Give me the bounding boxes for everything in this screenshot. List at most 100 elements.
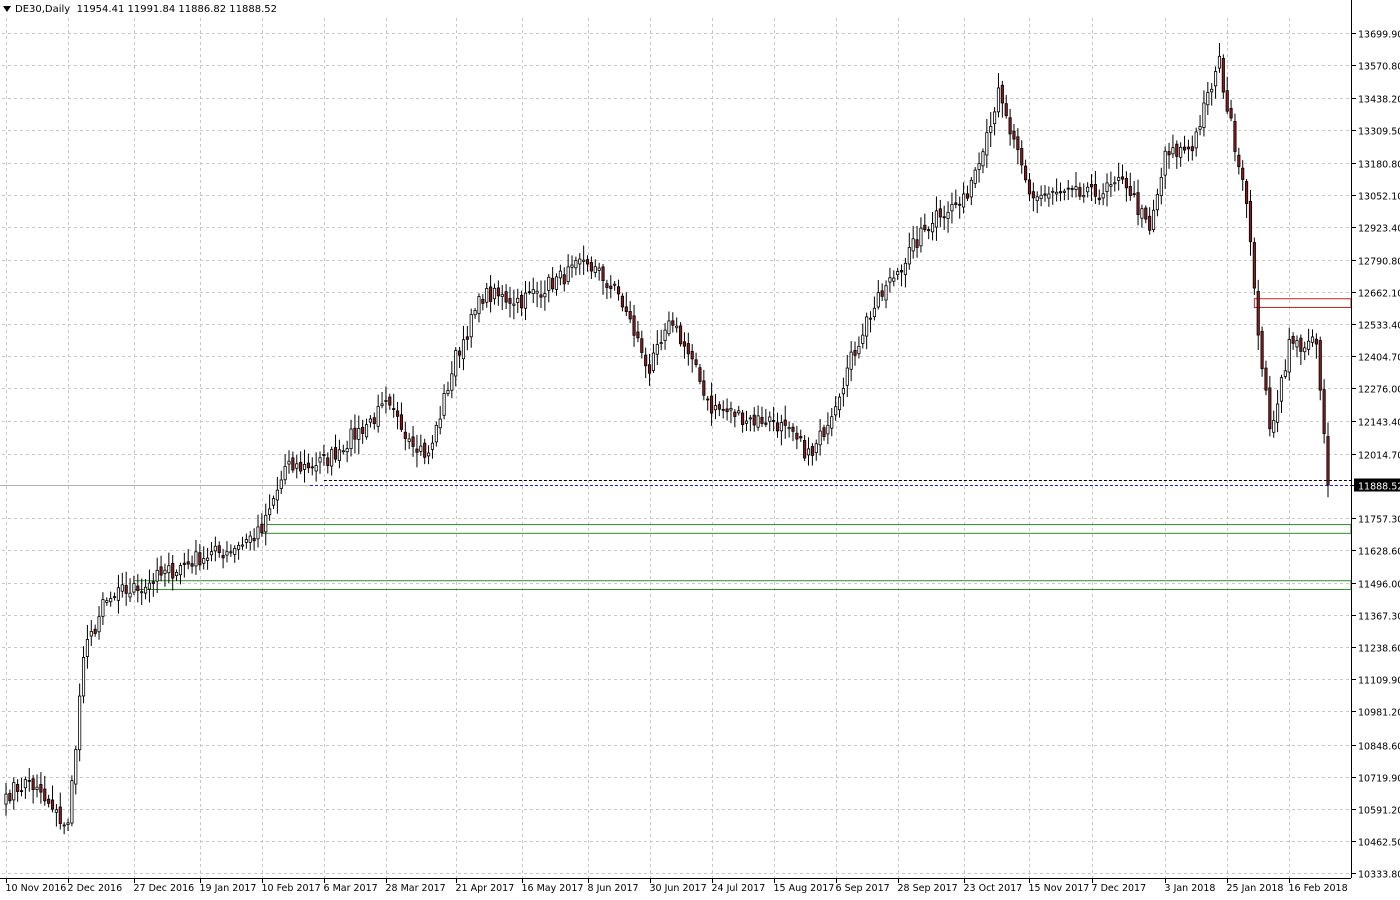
candle-body xyxy=(427,452,431,457)
candle-body xyxy=(690,350,694,360)
candle-body xyxy=(1062,190,1066,193)
candle-body xyxy=(1310,336,1315,343)
candle-body xyxy=(314,465,318,472)
chart-header[interactable]: DE30,Daily 11954.41 11991.84 11886.82 11… xyxy=(3,3,277,17)
candle-body xyxy=(888,277,892,283)
candle-body xyxy=(547,276,551,291)
candle-body xyxy=(795,432,799,440)
candle-body xyxy=(799,436,803,439)
price-tick-label: 12533.40 xyxy=(1358,321,1400,332)
candle-body xyxy=(221,555,225,559)
candle-body xyxy=(876,292,880,308)
candle-body xyxy=(419,445,423,452)
candle-body xyxy=(66,822,70,825)
candle-body xyxy=(892,277,896,282)
candle-body xyxy=(54,809,58,813)
candle-body xyxy=(636,331,640,339)
candle-body xyxy=(376,406,380,427)
candle-body xyxy=(1256,291,1260,336)
candle-body xyxy=(1260,330,1264,370)
time-tick-label: 28 Mar 2017 xyxy=(386,883,446,894)
candle-body xyxy=(830,416,834,429)
time-tick-label: 15 Nov 2017 xyxy=(1029,883,1090,894)
candle-body xyxy=(434,425,438,443)
price-tick-label: 12923.40 xyxy=(1358,224,1400,235)
price-tick-label: 12276.00 xyxy=(1358,385,1400,396)
price-tick-label: 10462.50 xyxy=(1358,838,1400,849)
candle-body xyxy=(1322,389,1326,434)
candle-body xyxy=(357,428,361,440)
candle-body xyxy=(124,585,128,594)
candle-body xyxy=(19,790,24,792)
candle-body xyxy=(880,290,884,297)
candle-body xyxy=(520,295,524,309)
candle-body xyxy=(787,427,791,430)
price-tick-label: 10848.60 xyxy=(1358,742,1400,753)
candle-body xyxy=(112,596,117,598)
dropdown-triangle-icon[interactable] xyxy=(3,6,11,12)
candle-body xyxy=(186,561,190,565)
candle-body xyxy=(772,420,776,422)
candle-body xyxy=(159,566,163,576)
candle-body xyxy=(446,390,450,395)
price-tick-label: 11238.60 xyxy=(1358,644,1400,655)
chart-background xyxy=(0,0,1400,900)
candle-body xyxy=(1198,126,1202,130)
price-chart[interactable]: 13699.90 13570.80 13438.20 13309.50 13180.80… xyxy=(0,0,1400,900)
candle-body xyxy=(23,779,27,789)
price-tick-label: 13180.80 xyxy=(1358,160,1400,171)
candle-body xyxy=(1097,197,1101,201)
candle-body xyxy=(132,583,136,593)
candle-body xyxy=(628,311,632,320)
candle-body xyxy=(814,443,818,454)
candle-body xyxy=(155,569,159,582)
candle-body xyxy=(601,266,605,281)
candle-body xyxy=(182,562,186,565)
candle-body xyxy=(1295,340,1299,348)
candle-body xyxy=(353,427,357,440)
time-tick-label: 3 Jan 2018 xyxy=(1165,883,1216,894)
candle-body xyxy=(151,581,155,584)
candle-body xyxy=(454,350,458,377)
candle-body xyxy=(737,410,741,414)
ohlc-readout: 11954.41 11991.84 11886.82 11888.52 xyxy=(76,4,277,15)
candle-body xyxy=(489,286,493,302)
candle-body xyxy=(496,287,500,297)
time-tick-label: 16 Feb 2018 xyxy=(1289,883,1348,894)
price-tick-label: 13052.10 xyxy=(1358,192,1400,203)
candle-body xyxy=(1120,176,1125,180)
candle-body xyxy=(1012,130,1016,140)
candle-body xyxy=(919,227,923,247)
candle-body xyxy=(1070,188,1074,190)
candle-body xyxy=(713,405,718,411)
price-tick-label: 10333.80 xyxy=(1358,870,1400,881)
candle-body xyxy=(8,792,12,802)
candle-body xyxy=(989,125,993,133)
candle-body xyxy=(1248,200,1253,243)
candle-body xyxy=(1217,55,1222,69)
time-tick-label: 6 Sep 2017 xyxy=(836,883,890,894)
price-tick-label: 11367.30 xyxy=(1358,612,1400,623)
candle-body xyxy=(58,806,62,824)
candle-body xyxy=(865,316,869,337)
candle-body xyxy=(620,295,624,308)
candle-body xyxy=(1155,194,1159,211)
candle-body xyxy=(388,396,392,406)
candle-body xyxy=(907,247,911,265)
candle-body xyxy=(884,285,888,301)
candle-body xyxy=(248,535,252,543)
price-tick-label: 11109.90 xyxy=(1358,676,1400,687)
candle-body xyxy=(171,562,175,579)
price-tick-label: 11496.00 xyxy=(1358,580,1400,591)
candle-body xyxy=(1051,190,1055,193)
candle-body xyxy=(1303,347,1307,353)
candle-body xyxy=(178,565,183,576)
candle-body xyxy=(1128,186,1132,196)
candle-body xyxy=(1264,367,1268,391)
candle-body xyxy=(744,420,749,424)
candle-body xyxy=(345,448,349,453)
candle-body xyxy=(485,288,489,303)
candle-body xyxy=(954,202,958,205)
candle-body xyxy=(256,526,260,540)
candle-body xyxy=(927,229,931,232)
